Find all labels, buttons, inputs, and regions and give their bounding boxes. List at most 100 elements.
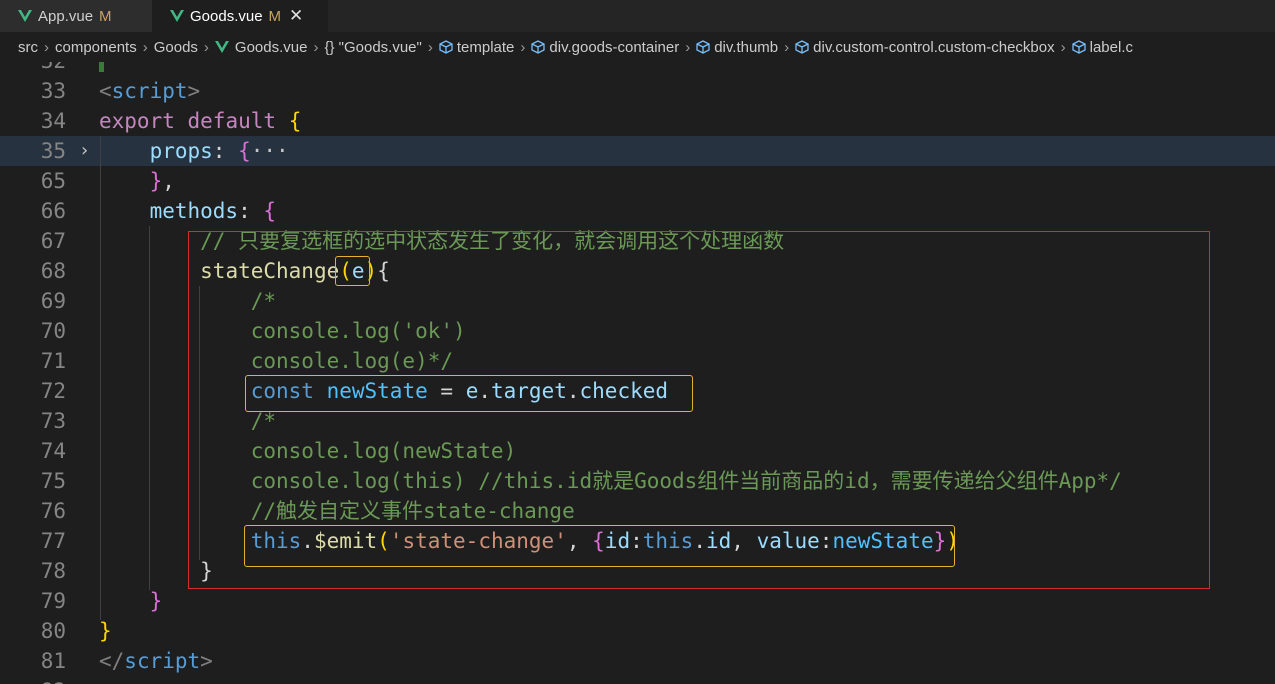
code-line[interactable]: 65 },	[0, 166, 1275, 196]
line-number: 71	[40, 349, 66, 373]
breadcrumb-item[interactable]: src	[18, 39, 38, 56]
code-line[interactable]: 34 export default {	[0, 106, 1275, 136]
line-number: 73	[40, 409, 66, 433]
line-number: 35	[40, 139, 66, 163]
breadcrumb-label: div.custom-control.custom-checkbox	[813, 38, 1055, 56]
code-token: ···	[250, 139, 289, 163]
breadcrumb-item[interactable]: div.custom-control.custom-checkbox	[795, 38, 1055, 56]
code-line[interactable]: 32	[0, 62, 1275, 76]
line-number: 67	[40, 229, 66, 253]
breadcrumb-item[interactable]: {} "Goods.vue"	[324, 39, 421, 56]
chevron-right-icon: ›	[784, 38, 790, 56]
code-token: default	[187, 109, 277, 133]
cube-icon	[439, 40, 453, 54]
line-number: 70	[40, 319, 66, 343]
code-token: }	[99, 619, 112, 643]
line-number: 68	[40, 259, 66, 283]
code-token: :	[238, 199, 264, 223]
line-number: 74	[40, 439, 66, 463]
code-token: methods	[149, 199, 239, 223]
code-line[interactable]: 81 </script>	[0, 646, 1275, 676]
breadcrumb-label: label.c	[1089, 38, 1133, 56]
line-number: 82	[0, 676, 66, 684]
chevron-right-icon: ›	[1060, 38, 1066, 56]
highlight-box-yellow	[335, 256, 370, 286]
breadcrumb-item[interactable]: Goods.vue	[214, 38, 308, 56]
breadcrumb-item[interactable]: template	[439, 38, 515, 56]
code-token: {	[263, 199, 277, 223]
code-token: :	[212, 139, 239, 163]
chevron-right-icon: ›	[427, 38, 433, 56]
chevron-right-icon: ›	[142, 38, 148, 56]
chevron-right-icon: ›	[44, 38, 49, 56]
vue-icon	[18, 9, 32, 22]
breadcrumb-label: {} "Goods.vue"	[324, 38, 422, 56]
code-line[interactable]: 82	[0, 676, 1275, 684]
cube-icon	[696, 40, 710, 54]
code-token: export	[99, 109, 175, 133]
breadcrumb-item[interactable]: div.thumb	[696, 39, 778, 56]
close-icon[interactable]: ✕	[289, 6, 303, 26]
chevron-right-icon: ›	[313, 38, 319, 56]
code-line[interactable]: 33 <script>	[0, 76, 1275, 106]
line-number: 79	[40, 589, 66, 613]
breadcrumb-item[interactable]: label.c	[1071, 38, 1133, 56]
line-number: 32	[0, 62, 66, 76]
code-token: >	[200, 649, 213, 673]
fold-chevron-icon[interactable]: ›	[79, 136, 90, 166]
code-token: script	[111, 79, 188, 103]
modified-badge: M	[268, 7, 282, 25]
breadcrumb-item[interactable]: components	[55, 39, 137, 56]
code-line[interactable]: 80}	[0, 616, 1275, 646]
code-token: script	[124, 649, 201, 673]
breadcrumb-label: Goods.vue	[234, 38, 308, 56]
code-line[interactable]: 66 methods: {	[0, 196, 1275, 226]
breadcrumb-item[interactable]: Goods	[154, 39, 198, 56]
line-number: 66	[40, 199, 66, 223]
tab-goods-vue[interactable]: Goods.vue M ✕	[152, 0, 328, 32]
code-token: {	[238, 139, 251, 163]
line-number: 77	[40, 529, 66, 553]
code-text: export default {	[99, 106, 301, 136]
code-text: </script>	[99, 646, 213, 676]
vue-icon	[170, 9, 184, 22]
code-text: }	[99, 616, 112, 646]
modified-badge: M	[99, 7, 112, 25]
tab-label: App.vue	[38, 7, 94, 25]
line-number: 65	[40, 169, 66, 193]
chevron-right-icon: ›	[685, 38, 691, 56]
code-token: }	[149, 169, 163, 193]
line-number: 33	[40, 79, 66, 103]
code-token: <	[99, 79, 112, 103]
line-number: 69	[40, 289, 66, 313]
breadcrumb-label: template	[456, 38, 515, 56]
tab-label: Goods.vue	[190, 7, 263, 25]
breadcrumb-item[interactable]: div.goods-container	[531, 39, 679, 56]
highlight-box-yellow	[245, 375, 693, 412]
breadcrumb: src › components › Goods › Goods.vue › {} "Goods…	[0, 32, 1275, 62]
highlight-box-yellow	[244, 525, 955, 567]
code-text: <script>	[99, 76, 200, 106]
code-editor[interactable]: 3233<script>34export default {35› props:…	[0, 62, 1275, 684]
cube-icon	[1071, 40, 1086, 54]
code-token: }	[149, 589, 163, 613]
breadcrumb-label: components	[55, 38, 137, 56]
line-number: 34	[40, 109, 66, 133]
code-token: props	[149, 139, 213, 163]
code-token: {	[288, 109, 302, 133]
line-number: 76	[40, 499, 66, 523]
tab-app-vue[interactable]: App.vue M	[0, 0, 152, 32]
code-line[interactable]: 79 }	[0, 586, 1275, 616]
code-token: >	[187, 79, 201, 103]
line-number: 75	[40, 469, 66, 493]
line-number: 72	[40, 379, 66, 403]
line-number: 78	[40, 559, 66, 583]
line-number: 80	[40, 619, 66, 643]
code-line[interactable]: 35 › props: {···	[0, 136, 1275, 166]
